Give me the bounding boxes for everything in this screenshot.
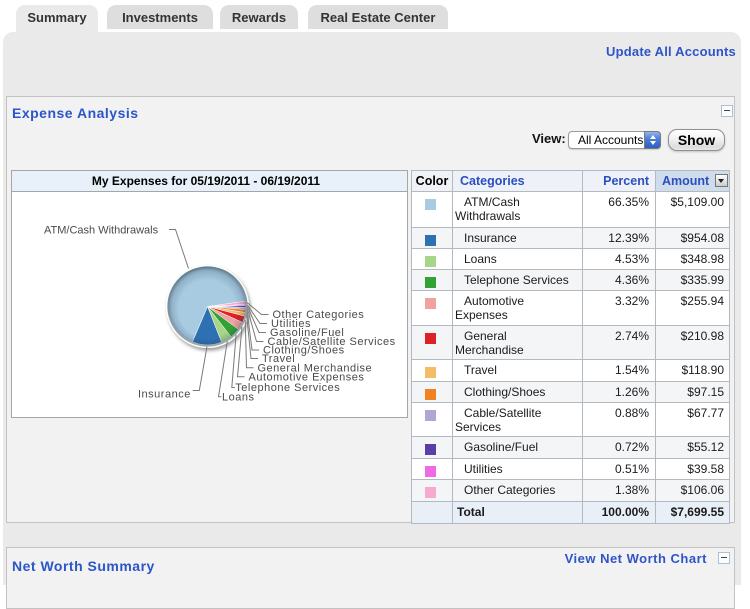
svg-text:ATM/Cash Withdrawals: ATM/Cash Withdrawals [44, 225, 159, 237]
svg-text:Insurance: Insurance [138, 389, 191, 401]
svg-text:Loans: Loans [222, 391, 254, 403]
